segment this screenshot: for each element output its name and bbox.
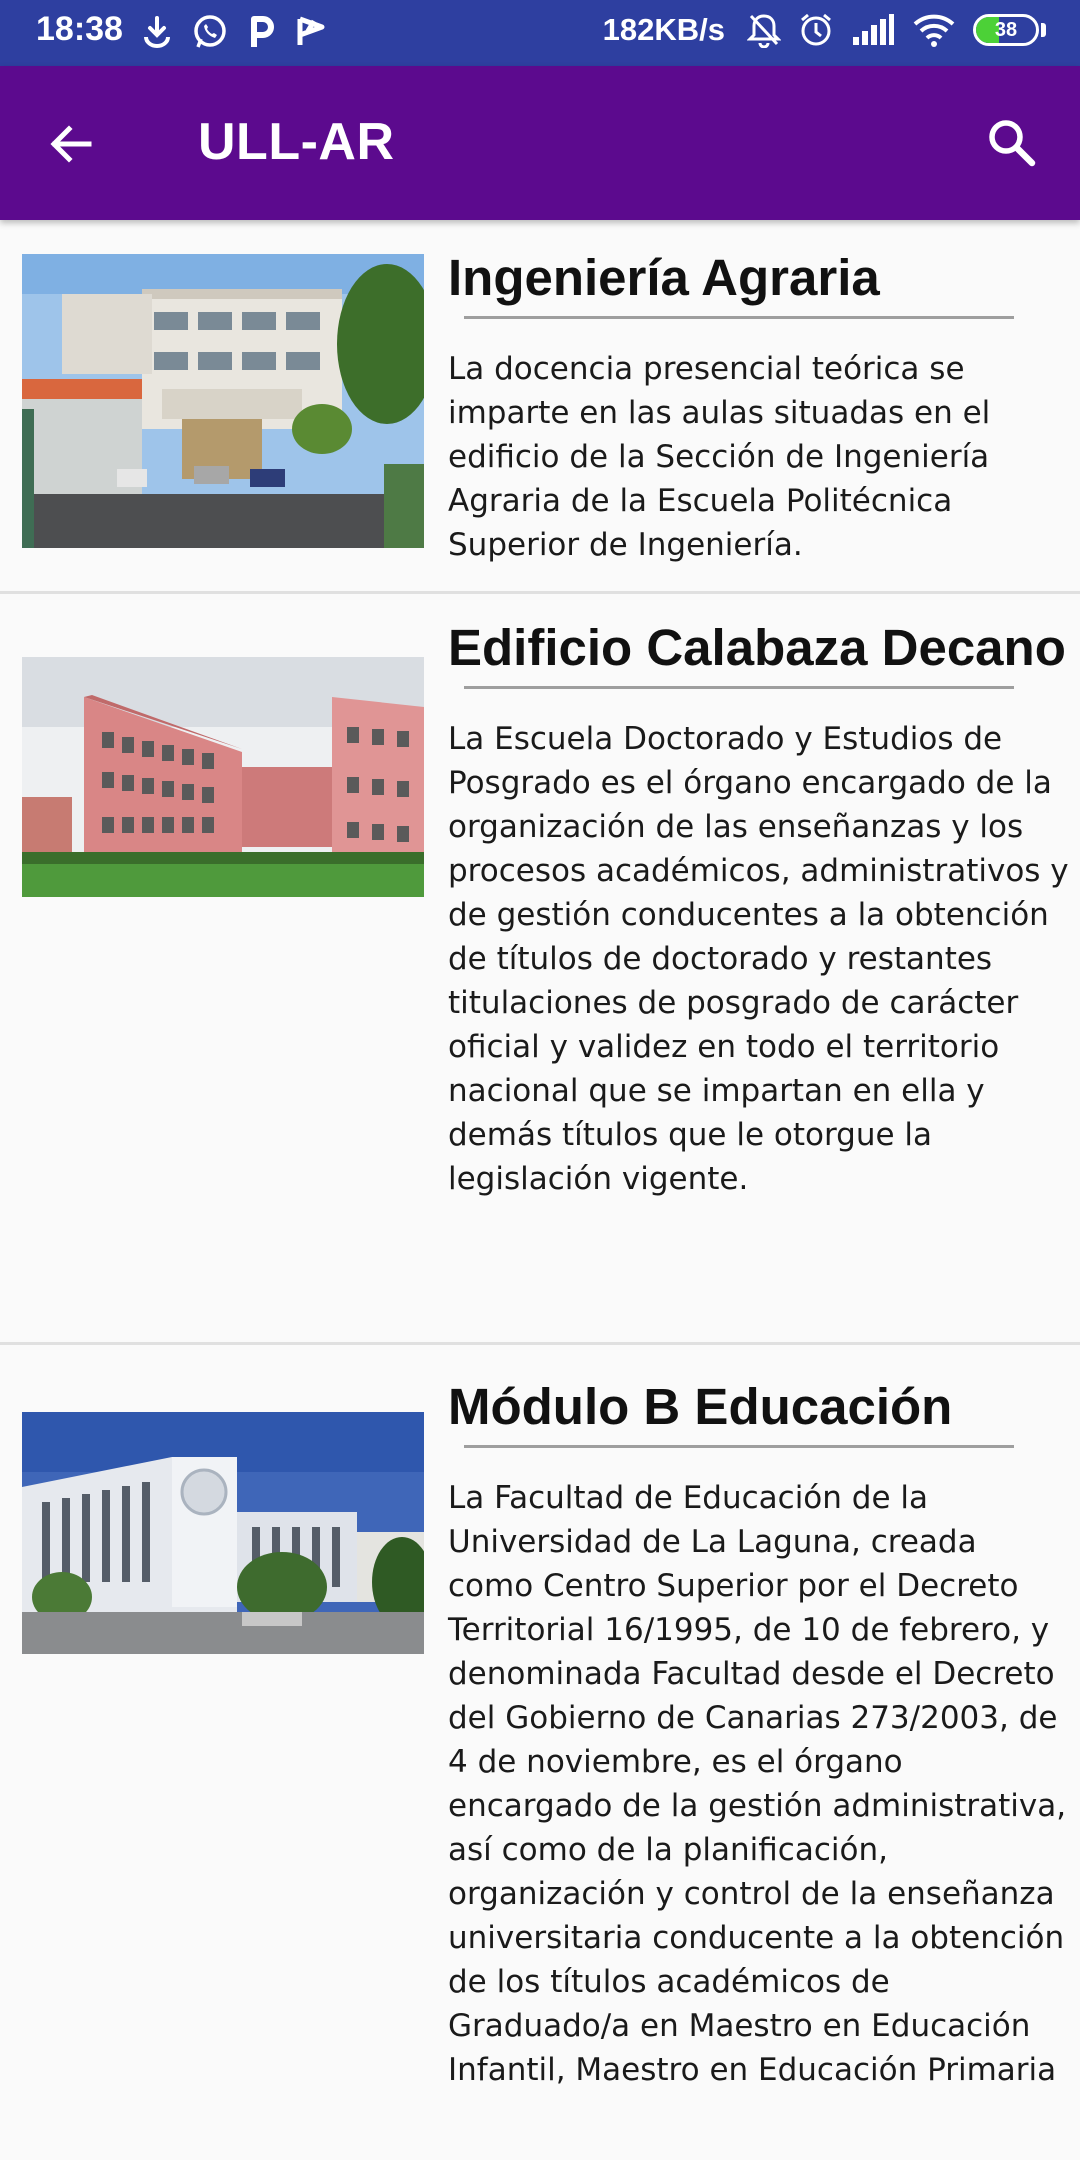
item-title: Módulo B Educación (448, 1378, 953, 1435)
status-right-icons: 182KB/s 38 (603, 12, 1046, 48)
building-photo (22, 254, 424, 548)
item-description: La docencia presencial teórica se impart… (448, 351, 991, 563)
status-time: 18:38 (36, 10, 123, 48)
wifi-icon (913, 14, 955, 47)
notification-icons (142, 14, 328, 50)
item-description: La Escuela Doctorado y Estudios de Posgr… (448, 721, 1069, 1197)
list-item-ingenieria-agraria[interactable]: Ingeniería Agraria La docencia presencia… (0, 220, 1080, 594)
building-photo (22, 1412, 424, 1654)
item-info: Edificio Calabaza Decano La Escuela Doct… (448, 594, 1080, 1201)
battery-level: 38 (994, 19, 1018, 41)
item-info: Módulo B Educación La Facultad de Educac… (448, 1345, 1080, 2092)
title-divider (464, 1445, 1014, 1448)
app-bar: ULL-AR (0, 66, 1080, 220)
whatsapp-icon (194, 15, 226, 48)
item-description: La Facultad de Educación de la Universid… (448, 1480, 1067, 2088)
item-info: Ingeniería Agraria La docencia presencia… (448, 220, 1080, 567)
building-photo (22, 657, 424, 897)
list-item-edificio-calabaza[interactable]: Edificio Calabaza Decano La Escuela Doct… (0, 594, 1080, 1345)
alarm-icon (801, 13, 831, 46)
title-divider (464, 316, 1014, 319)
app-title: ULL-AR (198, 113, 395, 171)
arrow-back-icon (50, 125, 92, 163)
item-title: Edificio Calabaza Decano (448, 619, 1066, 676)
back-button[interactable] (40, 113, 102, 175)
signal-icon (853, 14, 894, 45)
list-item-modulo-b-educacion[interactable]: Módulo B Educación La Facultad de Educac… (0, 1345, 1080, 2160)
search-button[interactable] (980, 111, 1044, 175)
mute-icon (747, 14, 781, 48)
item-title: Ingeniería Agraria (448, 249, 880, 306)
battery-tip (1041, 23, 1046, 37)
network-speed: 182KB/s (602, 12, 725, 47)
title-divider (464, 686, 1014, 689)
search-icon (989, 120, 1036, 167)
flag-icon (297, 16, 325, 45)
parking-icon (251, 16, 274, 47)
battery-icon: 38 (973, 14, 1039, 46)
status-bar: 18:38 182KB/s 38 (0, 0, 1080, 66)
download-icon (144, 16, 170, 48)
building-list: Ingeniería Agraria La docencia presencia… (0, 220, 1080, 2160)
